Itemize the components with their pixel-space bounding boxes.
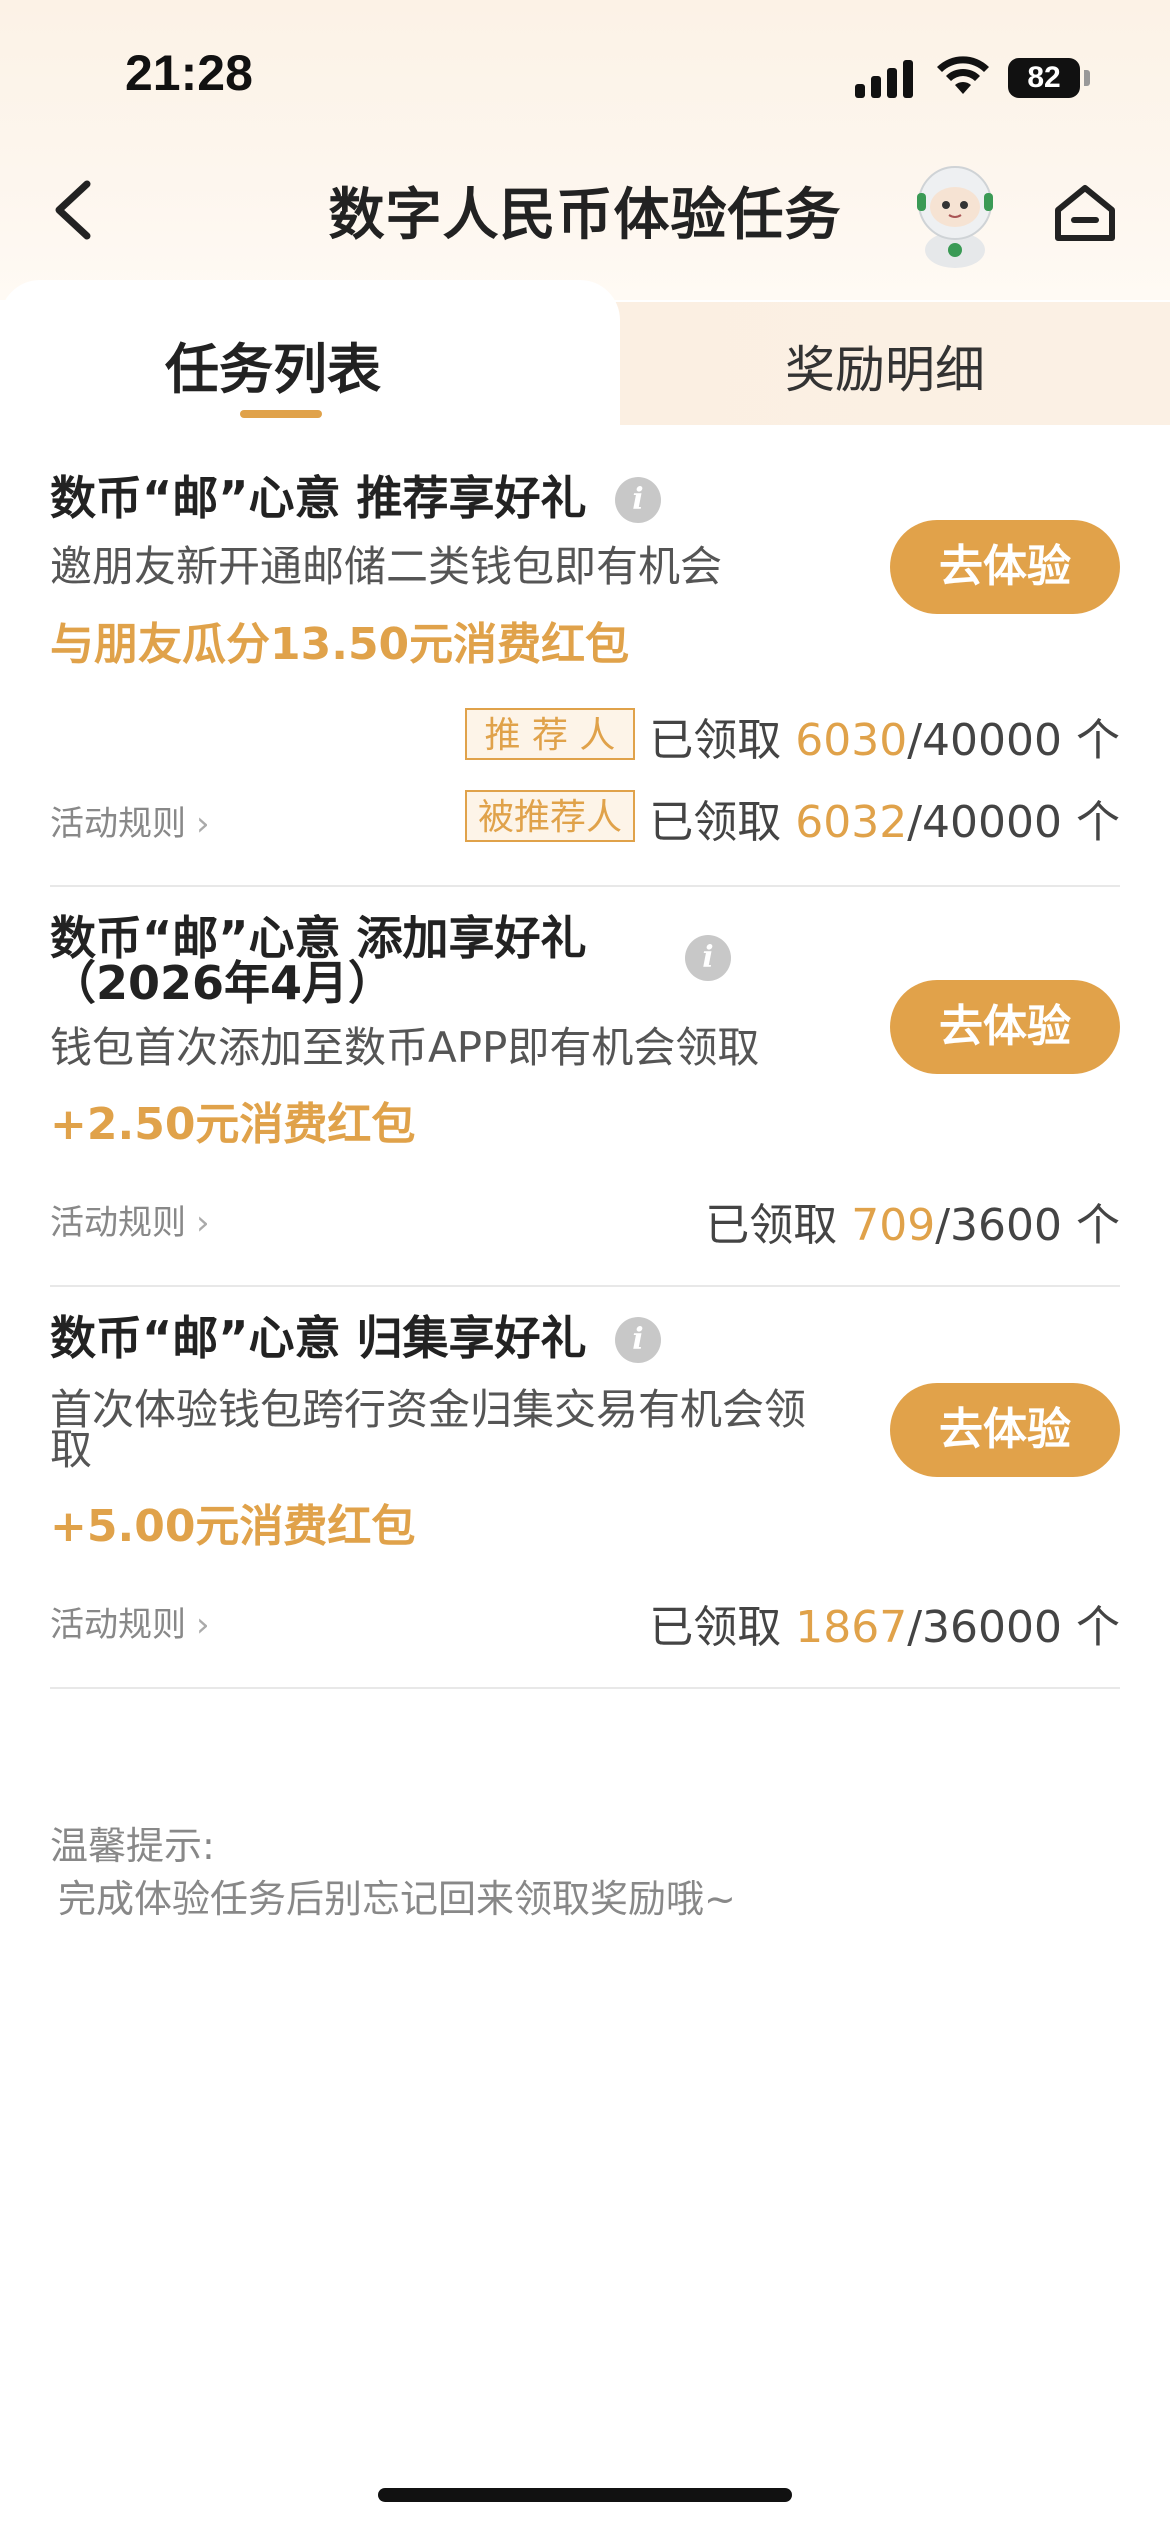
claimed-count: 1867 [795,1602,908,1653]
info-icon[interactable]: i [615,1317,661,1363]
task-description: 钱包首次添加至数币APP即有机会领取 [50,1023,760,1072]
claim-total: /40000 个 [907,797,1120,848]
wifi-icon [937,56,989,94]
activity-rules-label: 活动规则 [50,804,186,844]
task-card-add-wallet: 数币“邮”心意 添加享好礼 （2026年4月） i 钱包首次添加至数币APP即有… [50,885,1120,1287]
tips-title: 温馨提示: [50,1824,215,1868]
task-card-referral: 数币“邮”心意 推荐享好礼 i 邀朋友新开通邮储二类钱包即有机会 与朋友瓜分13… [50,460,1120,887]
claimed-count: 709 [851,1200,936,1251]
task-reward: +5.00元消费红包 [50,1501,416,1552]
try-button[interactable]: 去体验 [890,520,1120,614]
claim-count-referee: 已领取 6032/40000 个 [649,786,1120,850]
task-description-line2: 取 [50,1425,93,1474]
tab-task-list[interactable]: 任务列表 [165,325,381,404]
referee-tag: 被推荐人 [465,790,635,842]
claim-prefix: 已领取 [649,715,796,766]
task-reward: +2.50元消费红包 [50,1099,416,1150]
try-button[interactable]: 去体验 [890,1383,1120,1477]
battery-icon: 82 [1008,58,1080,98]
activity-rules-link[interactable]: 活动规则 › [50,1195,210,1244]
home-icon[interactable] [1050,178,1120,248]
chevron-right-icon: › [196,1605,210,1645]
info-icon[interactable]: i [685,935,731,981]
cellular-signal-icon [855,58,915,98]
referrer-tag: 推 荐 人 [465,708,635,760]
claim-total: /40000 个 [907,715,1120,766]
tab-reward-details[interactable]: 奖励明细 [785,330,985,402]
task-card-fund-collection: 数币“邮”心意 归集享好礼 i 首次体验钱包跨行资金归集交易有机会领 取 +5.… [50,1285,1120,1689]
claimed-count: 6032 [795,797,908,848]
task-description: 首次体验钱包跨行资金归集交易有机会领 [50,1385,807,1434]
activity-rules-label: 活动规则 [50,1605,186,1645]
mascot-astronaut-icon[interactable] [905,155,1005,270]
status-time: 21:28 [125,45,253,101]
activity-rules-link[interactable]: 活动规则 › [50,1597,210,1646]
try-button[interactable]: 去体验 [890,980,1120,1074]
task-description: 邀朋友新开通邮储二类钱包即有机会 [50,542,723,591]
task-reward: 与朋友瓜分13.50元消费红包 [50,619,630,670]
status-bar: 21:28 82 [0,0,1170,150]
chevron-right-icon: › [196,804,210,844]
claim-prefix: 已领取 [649,1602,796,1653]
claim-prefix: 已领取 [705,1200,852,1251]
activity-rules-label: 活动规则 [50,1203,186,1243]
info-icon[interactable]: i [615,477,661,523]
task-title-line2: （2026年4月） [50,956,395,1010]
battery-cap [1084,70,1090,86]
home-indicator[interactable] [378,2488,792,2502]
claim-count: 已领取 709/3600 个 [705,1189,1120,1253]
claim-total: /36000 个 [907,1602,1120,1653]
claimed-count: 6030 [795,715,908,766]
claim-count-referrer: 已领取 6030/40000 个 [649,704,1120,768]
task-title: 数币“邮”心意 归集享好礼 [50,1311,587,1365]
task-title: 数币“邮”心意 推荐享好礼 [50,471,587,525]
tips-text: 完成体验任务后别忘记回来领取奖励哦~ [58,1877,736,1921]
tab-bar: 任务列表 奖励明细 [0,280,1170,430]
claim-total: /3600 个 [935,1200,1120,1251]
claim-count: 已领取 1867/36000 个 [649,1591,1120,1655]
claim-prefix: 已领取 [649,797,796,848]
activity-rules-link[interactable]: 活动规则 › [50,796,210,845]
chevron-right-icon: › [196,1203,210,1243]
tab-active-indicator [240,410,322,418]
